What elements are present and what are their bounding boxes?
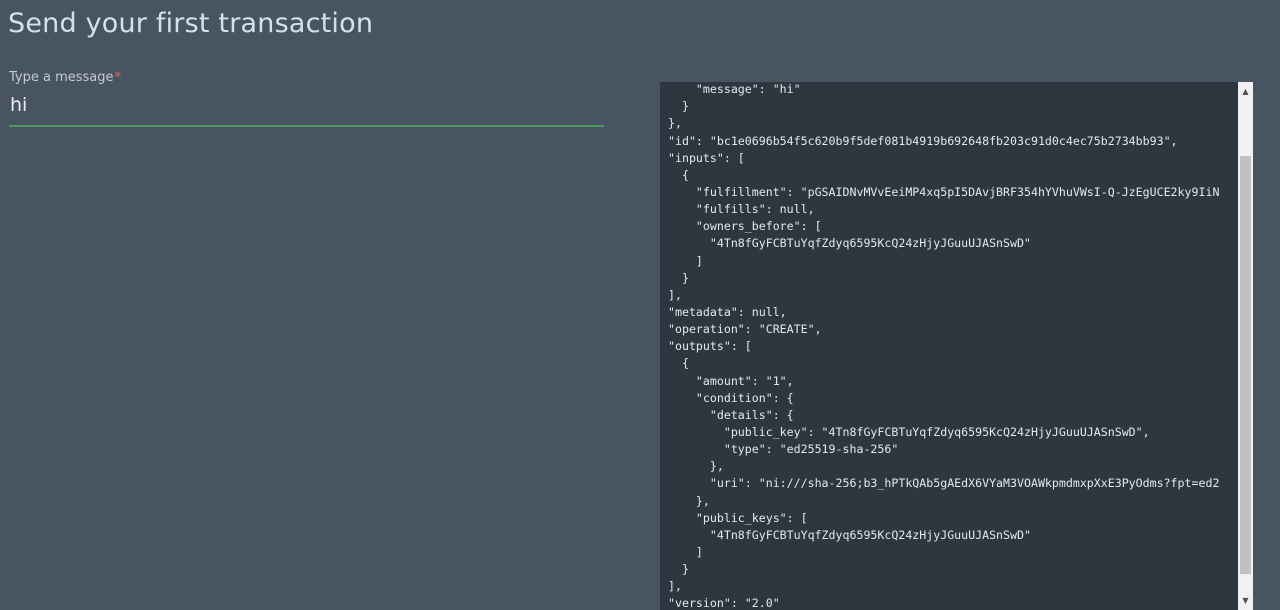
message-field-label: Type a message* xyxy=(9,70,604,85)
message-label-text: Type a message xyxy=(9,70,114,85)
page: Send your first transaction Type a messa… xyxy=(0,0,1280,610)
message-input[interactable] xyxy=(9,91,604,127)
code-line: "fulfillment": "pGSAIDNvMVvEeiMP4xq5pI5D… xyxy=(668,184,1220,199)
code-line: "outputs": [ xyxy=(668,339,752,354)
code-line: ], xyxy=(668,579,682,594)
code-line: } xyxy=(668,270,689,285)
code-line: }, xyxy=(668,116,682,131)
transaction-json-viewer[interactable]: "message": "hi" "message": "hi" }},"id":… xyxy=(660,82,1253,610)
code-line: "4Tn8fGyFCBTuYqfZdyq6595KcQ24zHjyJGuuUJA… xyxy=(668,527,1031,542)
code-line: "message": "hi" xyxy=(668,82,801,97)
code-line: } xyxy=(668,99,689,114)
code-line: "type": "ed25519-sha-256" xyxy=(668,442,899,457)
code-line: "owners_before": [ xyxy=(668,219,822,234)
code-line: "fulfills": null, xyxy=(668,202,815,217)
code-line: "metadata": null, xyxy=(668,304,787,319)
code-line: "operation": "CREATE", xyxy=(668,322,822,337)
code-line: "inputs": [ xyxy=(668,150,745,165)
code-line: "4Tn8fGyFCBTuYqfZdyq6595KcQ24zHjyJGuuUJA… xyxy=(668,236,1031,251)
code-content: "message": "hi" "message": "hi" }},"id":… xyxy=(660,82,1219,610)
vertical-scrollbar[interactable]: ▲ ▼ xyxy=(1238,82,1253,610)
code-line: ] xyxy=(668,253,703,268)
code-line: "public_key": "4Tn8fGyFCBTuYqfZdyq6595Kc… xyxy=(668,424,1150,439)
code-line: "version": "2.0" xyxy=(668,596,780,610)
code-line: } xyxy=(668,562,689,577)
code-line: }, xyxy=(668,459,724,474)
code-line: "condition": { xyxy=(668,390,794,405)
code-line: { xyxy=(668,167,689,182)
code-scroll-area[interactable]: "message": "hi" "message": "hi" }},"id":… xyxy=(660,82,1238,610)
scrollbar-thumb[interactable] xyxy=(1240,156,1251,574)
code-line: "public_keys": [ xyxy=(668,510,808,525)
code-line: "details": { xyxy=(668,407,794,422)
message-field: Type a message* xyxy=(9,70,604,127)
code-line: ], xyxy=(668,287,682,302)
code-line: { xyxy=(668,356,689,371)
code-line: ] xyxy=(668,544,703,559)
code-line: }, xyxy=(668,493,710,508)
code-line: "amount": "1", xyxy=(668,373,794,388)
arrow-down-icon[interactable]: ▼ xyxy=(1238,593,1253,608)
page-title: Send your first transaction xyxy=(8,8,374,39)
code-line: "id": "bc1e0696b54f5c620b9f5def081b4919b… xyxy=(668,133,1178,148)
required-marker: * xyxy=(114,70,122,85)
code-line: "uri": "ni:///sha-256;b3_hPTkQAb5gAEdX6V… xyxy=(668,476,1220,491)
arrow-up-icon[interactable]: ▲ xyxy=(1238,84,1253,99)
